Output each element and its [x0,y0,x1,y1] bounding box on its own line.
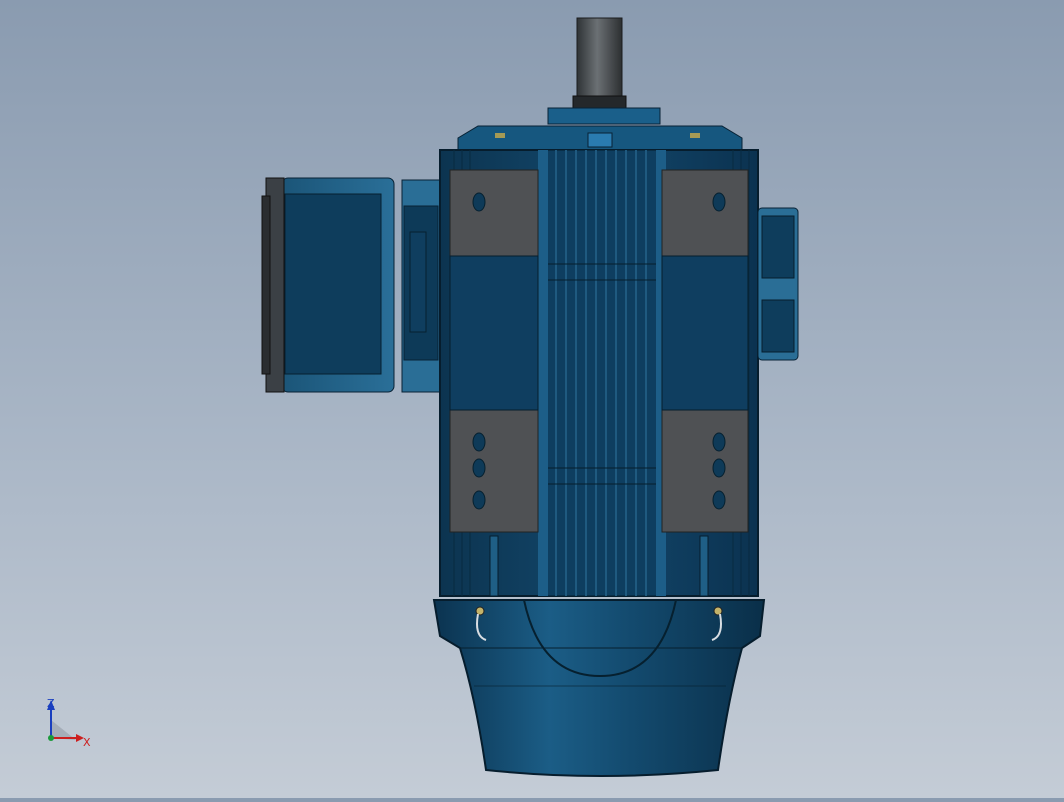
axis-triad: Z X [36,696,106,756]
terminal-box-left[interactable] [261,177,443,393]
mount-pad-top-left [449,169,539,257]
mount-pad-bottom-right [661,409,749,533]
fan-cover[interactable] [432,599,766,777]
motor-model[interactable] [0,0,1064,798]
top-flange[interactable] [457,107,743,151]
shaft[interactable] [572,17,627,111]
mount-pad-bottom-left [449,409,539,533]
origin-dot [48,735,54,741]
cad-viewport[interactable] [0,0,1064,798]
x-axis-label: X [83,736,91,749]
mount-pad-top-right [661,169,749,257]
z-axis-label: Z [47,697,55,710]
side-bracket-right[interactable] [757,207,799,361]
